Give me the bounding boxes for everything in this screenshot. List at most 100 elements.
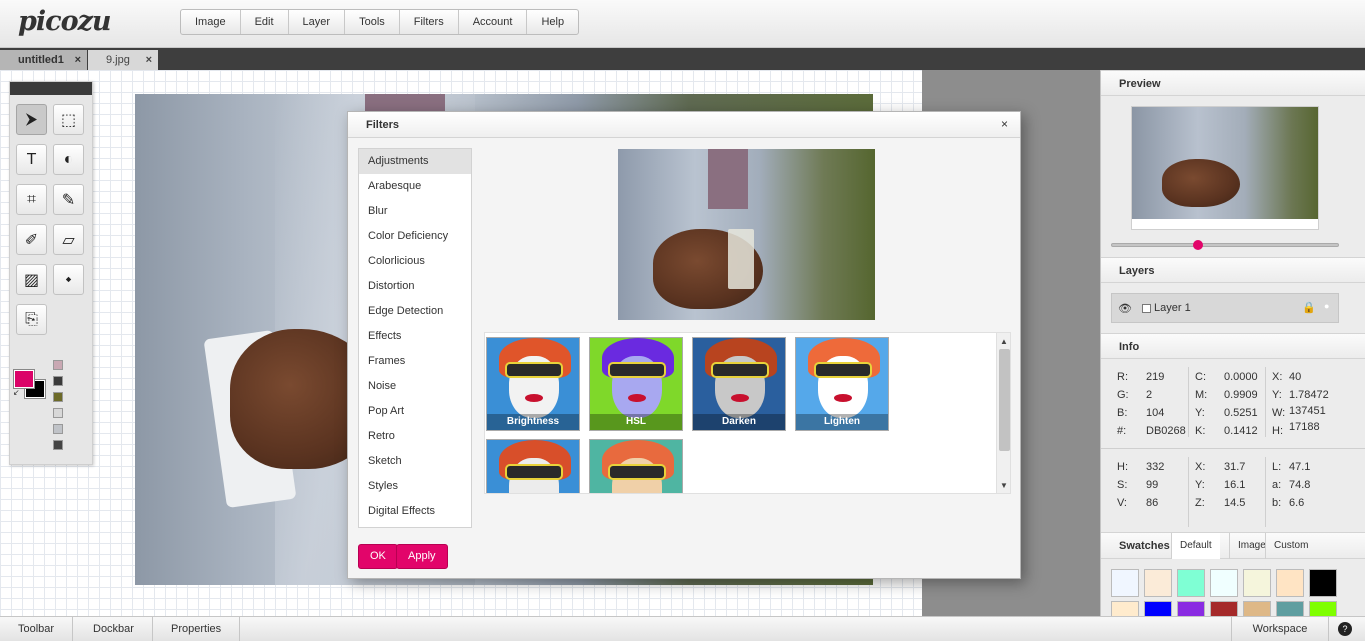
menu-edit[interactable]: Edit	[241, 10, 289, 34]
filter-category-color-deficiency[interactable]: Color Deficiency	[359, 224, 471, 249]
close-icon[interactable]: ×	[146, 50, 152, 70]
layers-panel-title[interactable]: Layers	[1101, 257, 1365, 283]
thumb-glasses	[814, 362, 872, 378]
info-divider	[1101, 448, 1365, 449]
color-swatch[interactable]	[1177, 569, 1205, 597]
preview-thumbnail[interactable]	[1131, 106, 1319, 230]
crop-tool-icon[interactable]: ⌗	[16, 184, 47, 215]
filter-category-digital-effects[interactable]: Digital Effects	[359, 499, 471, 524]
lock-icon[interactable]: 🔒	[1302, 301, 1316, 314]
mini-swatch[interactable]	[53, 424, 63, 434]
toolbar-toggle-button[interactable]: Toolbar	[0, 617, 74, 641]
eye-icon[interactable]: 👁	[1118, 302, 1132, 315]
filter-category-pop-art[interactable]: Pop Art	[359, 399, 471, 424]
menu-tools[interactable]: Tools	[345, 10, 400, 34]
filter-category-blur[interactable]: Blur	[359, 199, 471, 224]
swatch-tab-custom[interactable]: Custom	[1265, 533, 1316, 559]
info-value: 74.8	[1289, 479, 1311, 491]
scroll-handle[interactable]	[999, 349, 1010, 451]
info-label: M:	[1195, 389, 1208, 401]
foreground-color[interactable]	[13, 369, 35, 389]
filter-thumbnail[interactable]	[589, 439, 683, 493]
thumbnail-label: Brightness	[487, 414, 579, 430]
tool-palette: ⮞ ⬚ T ◐ ⌗ ✎ ✐ ▱ ▨ ⬩ ⎘ ↙	[9, 81, 93, 465]
menu-image[interactable]: Image	[181, 10, 241, 34]
info-panel-title[interactable]: Info	[1101, 333, 1365, 359]
ok-button[interactable]: OK	[358, 544, 398, 569]
mini-swatch[interactable]	[53, 376, 63, 386]
zoom-slider-handle[interactable]	[1193, 240, 1203, 250]
filter-preview-image	[618, 149, 875, 320]
color-swatch[interactable]	[1309, 569, 1337, 597]
layer-checkbox[interactable]	[1142, 304, 1151, 313]
preview-panel-title[interactable]: Preview	[1101, 70, 1365, 96]
filter-category-noise[interactable]: Noise	[359, 374, 471, 399]
help-icon[interactable]: ?	[1338, 622, 1352, 636]
color-swatch[interactable]	[1210, 569, 1238, 597]
image-tie	[708, 149, 748, 209]
menu-layer[interactable]: Layer	[289, 10, 346, 34]
filter-category-distortion[interactable]: Distortion	[359, 274, 471, 299]
filter-category-edge-detection[interactable]: Edge Detection	[359, 299, 471, 324]
mini-swatch[interactable]	[53, 392, 63, 402]
filter-category-sketch[interactable]: Sketch	[359, 449, 471, 474]
shape-tool-icon[interactable]: ◐	[53, 144, 84, 175]
close-icon[interactable]: ×	[75, 50, 81, 70]
eraser-tool-icon[interactable]: ▱	[53, 224, 84, 255]
layer-options-icon[interactable]: ●	[1324, 301, 1329, 311]
tab-9jpg[interactable]: 9.jpg ×	[88, 50, 158, 70]
dockbar-toggle-button[interactable]: Dockbar	[75, 617, 153, 641]
mini-swatch[interactable]	[53, 360, 63, 370]
color-swatch[interactable]	[1111, 569, 1139, 597]
info-value: 104	[1146, 407, 1165, 419]
filter-thumbnail[interactable]: Lighten	[795, 337, 889, 431]
color-swatch[interactable]	[1276, 569, 1304, 597]
eyedropper-tool-icon[interactable]: ✐	[16, 224, 47, 255]
color-swatch[interactable]	[1243, 569, 1271, 597]
thumbnails-scrollbar[interactable]: ▲ ▼	[996, 333, 1010, 493]
filter-category-effects[interactable]: Effects	[359, 324, 471, 349]
filter-category-adjustments[interactable]: Adjustments	[359, 149, 471, 174]
menu-account[interactable]: Account	[459, 10, 528, 34]
color-swatch[interactable]	[1144, 569, 1172, 597]
filter-thumbnail[interactable]: HSL	[589, 337, 683, 431]
tool-palette-handle[interactable]	[10, 82, 92, 95]
apply-button[interactable]: Apply	[396, 544, 448, 569]
zoom-slider[interactable]	[1111, 243, 1339, 247]
layer-row[interactable]: 👁 Layer 1 🔒 ●	[1111, 293, 1339, 323]
info-value: 14.5	[1224, 497, 1246, 509]
swap-colors-icon[interactable]: ↙	[13, 388, 20, 397]
filter-category-arabesque[interactable]: Arabesque	[359, 174, 471, 199]
info-label: K:	[1195, 425, 1206, 437]
mini-swatch[interactable]	[53, 408, 63, 418]
smudge-tool-icon[interactable]: ▨	[16, 264, 47, 295]
tab-untitled1[interactable]: untitled1 ×	[0, 50, 87, 70]
text-tool-icon[interactable]: T	[16, 144, 47, 175]
properties-toggle-button[interactable]: Properties	[153, 617, 241, 641]
swatch-tab-default[interactable]: Default	[1171, 533, 1220, 559]
swatches-panel-title[interactable]: Swatches	[1101, 533, 1178, 559]
filter-category-retro[interactable]: Retro	[359, 424, 471, 449]
filter-thumbnail[interactable]: Brightness	[486, 337, 580, 431]
clone-tool-icon[interactable]: ⎘	[16, 304, 47, 335]
workspace-button[interactable]: Workspace	[1231, 617, 1329, 641]
scroll-down-icon[interactable]: ▼	[1000, 481, 1008, 490]
scroll-up-icon[interactable]: ▲	[1000, 337, 1008, 346]
mini-swatch[interactable]	[53, 440, 63, 450]
marquee-tool-icon[interactable]: ⬚	[53, 104, 84, 135]
filter-thumbnail[interactable]: Darken	[692, 337, 786, 431]
info-label: #:	[1117, 425, 1127, 437]
filter-thumbnail[interactable]	[486, 439, 580, 493]
swatches-tabs: Swatches Default Image Custom	[1101, 532, 1365, 559]
menu-help[interactable]: Help	[527, 10, 578, 34]
info-value: 86	[1146, 497, 1159, 509]
filter-category-colorlicious[interactable]: Colorlicious	[359, 249, 471, 274]
image-hand	[1162, 159, 1240, 207]
brush-tool-icon[interactable]: ✎	[53, 184, 84, 215]
fill-tool-icon[interactable]: ⬩	[53, 264, 84, 295]
filter-category-styles[interactable]: Styles	[359, 474, 471, 499]
close-icon[interactable]: ×	[1001, 117, 1008, 131]
menu-filters[interactable]: Filters	[400, 10, 459, 34]
move-tool-icon[interactable]: ⮞	[16, 104, 47, 135]
filter-category-frames[interactable]: Frames	[359, 349, 471, 374]
